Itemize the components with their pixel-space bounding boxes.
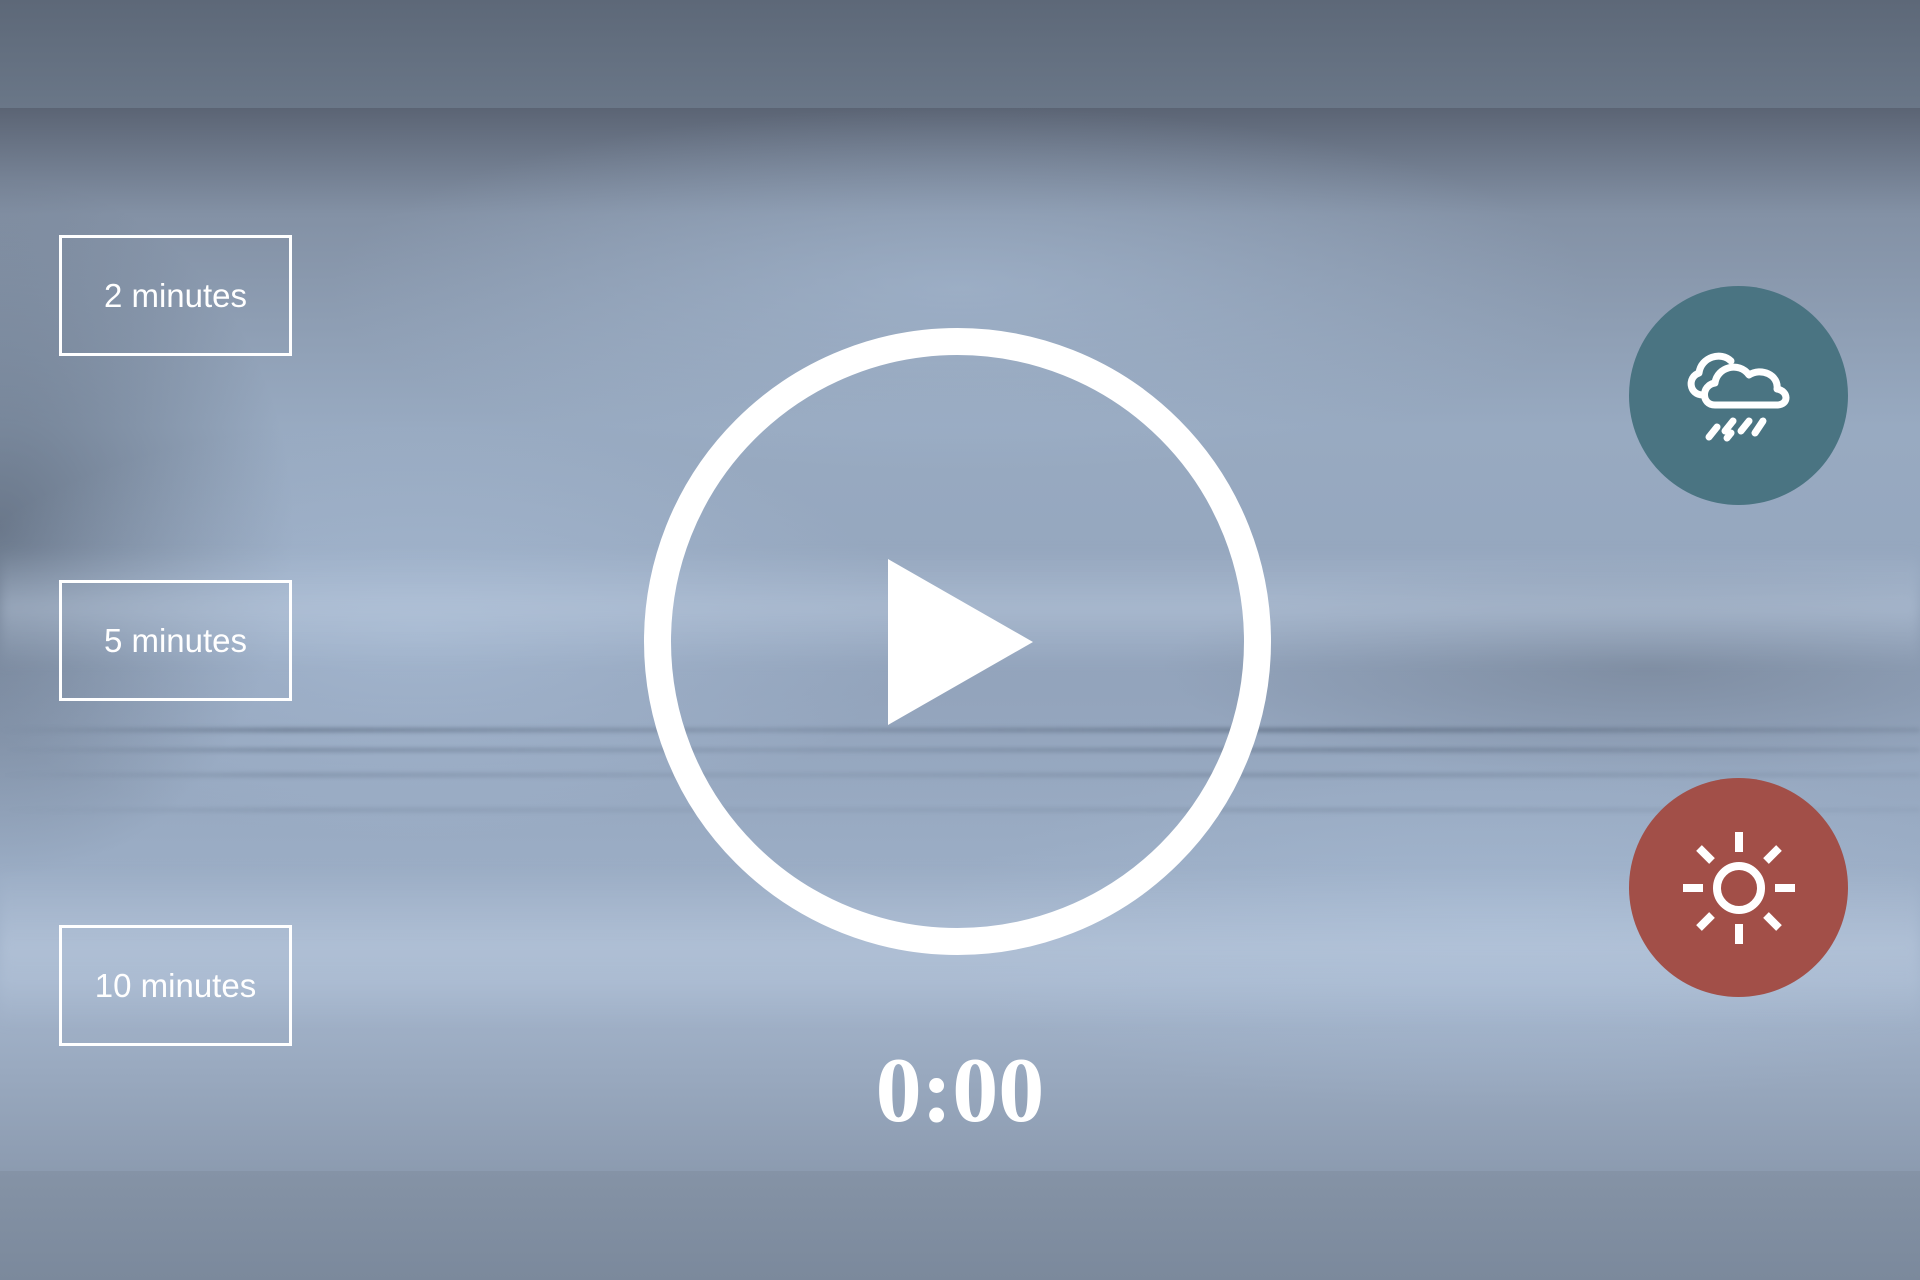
top-band: [0, 0, 1920, 108]
duration-2-minutes-button[interactable]: 2 minutes: [59, 235, 292, 356]
cloud-rain-icon: [1687, 352, 1789, 441]
play-button[interactable]: [644, 328, 1271, 955]
play-icon: [888, 559, 1033, 725]
timer-display: 0:00: [875, 1039, 1045, 1141]
duration-5-minutes-button[interactable]: 5 minutes: [59, 580, 292, 701]
sun-icon: [1682, 831, 1795, 944]
app-root: 2 minutes 5 minutes 10 minutes 0:00: [0, 0, 1920, 1280]
bottom-band: [0, 1171, 1920, 1280]
duration-10-minutes-button[interactable]: 10 minutes: [59, 925, 292, 1046]
rain-sound-button[interactable]: [1629, 286, 1848, 505]
sun-sound-button[interactable]: [1629, 778, 1848, 997]
